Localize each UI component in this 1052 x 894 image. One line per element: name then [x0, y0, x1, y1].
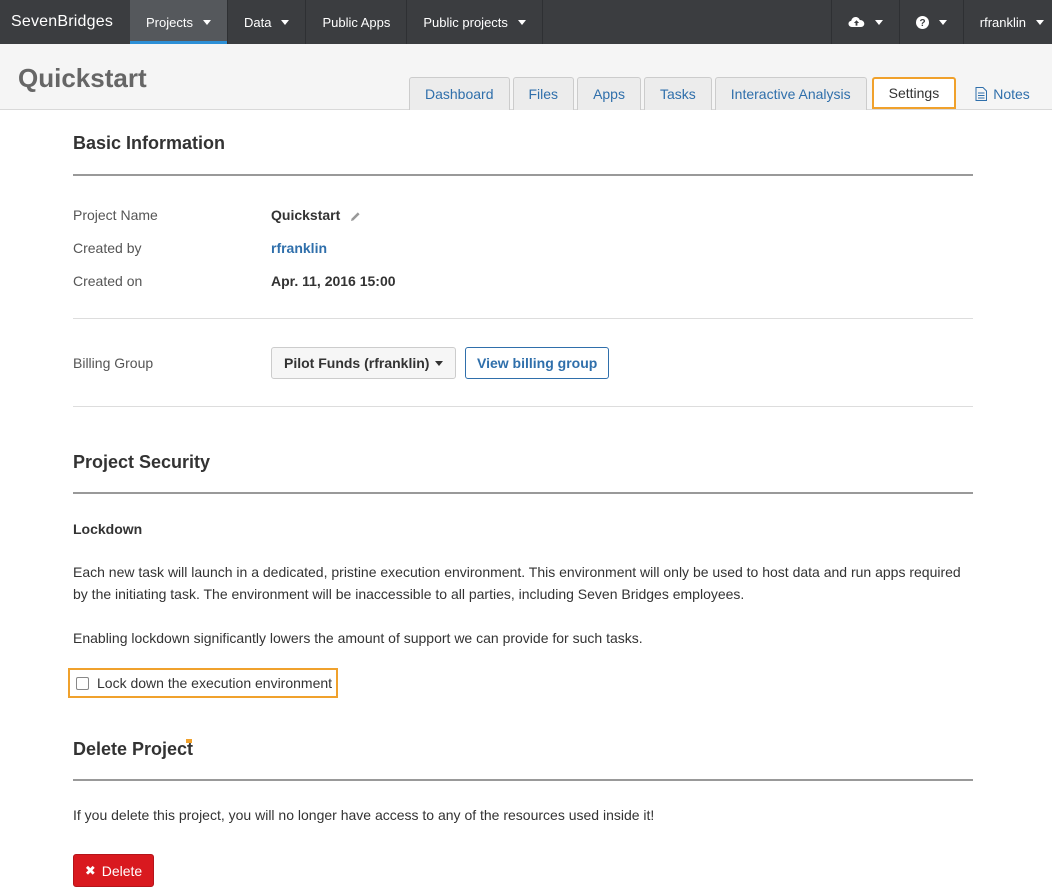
nav-public-apps[interactable]: Public Apps — [306, 0, 408, 44]
brand-logo[interactable]: SevenBridges — [0, 0, 130, 44]
basic-info-title: Basic Information — [73, 133, 226, 153]
created-on-label: Created on — [73, 273, 143, 289]
delete-button[interactable]: ✖ Delete — [73, 854, 154, 887]
top-navbar: SevenBridges Projects Data Public Apps P… — [0, 0, 1052, 44]
chevron-down-icon — [281, 19, 290, 25]
nav-data[interactable]: Data — [228, 0, 307, 44]
question-circle-icon: ? — [915, 15, 929, 29]
cursor-marker — [186, 739, 192, 743]
tab-interactive-analysis[interactable]: Interactive Analysis — [714, 77, 867, 110]
divider — [73, 174, 973, 176]
tab-apps[interactable]: Apps — [577, 77, 641, 110]
tab-files[interactable]: Files — [512, 77, 575, 110]
lockdown-description: Each new task will launch in a dedicated… — [73, 564, 961, 602]
tab-settings[interactable]: Settings — [871, 77, 957, 109]
divider — [73, 406, 973, 407]
tab-notes-label: Notes — [993, 85, 1030, 102]
chevron-down-icon — [1036, 19, 1044, 25]
tab-dashboard[interactable]: Dashboard — [409, 77, 510, 110]
divider — [73, 779, 973, 781]
view-billing-group-button[interactable]: View billing group — [465, 347, 610, 379]
tab-tasks[interactable]: Tasks — [643, 77, 712, 110]
nav-public-projects-label: Public projects — [423, 14, 508, 30]
upload-menu[interactable] — [830, 0, 899, 44]
chevron-down-icon — [517, 19, 526, 25]
cloud-upload-icon — [848, 17, 865, 27]
chevron-down-icon — [435, 360, 444, 366]
project-name-value: Quickstart — [271, 207, 361, 223]
lockdown-support-note: Enabling lockdown significantly lowers t… — [73, 630, 643, 646]
delete-project-title: Delete Project — [73, 739, 194, 759]
lockdown-checkbox-row[interactable]: Lock down the execution environment — [68, 668, 338, 698]
svg-text:?: ? — [919, 18, 925, 29]
nav-public-projects[interactable]: Public projects — [407, 0, 543, 44]
billing-group-label: Billing Group — [73, 355, 154, 371]
nav-data-label: Data — [243, 14, 272, 30]
project-name-text: Quickstart — [271, 207, 341, 223]
pencil-icon[interactable] — [350, 211, 361, 222]
project-security-title: Project Security — [73, 452, 211, 472]
billing-group-value: Pilot Funds (rfranklin) — [284, 355, 430, 371]
created-by-label: Created by — [73, 240, 142, 256]
user-menu[interactable]: rfranklin — [962, 0, 1052, 44]
lockdown-checkbox-label[interactable]: Lock down the execution environment — [97, 675, 332, 691]
page-title: Quickstart — [18, 63, 147, 93]
lockdown-checkbox[interactable] — [76, 676, 89, 690]
divider — [73, 318, 973, 319]
project-tabs: Dashboard Files Apps Tasks Interactive A… — [409, 77, 1030, 110]
billing-group-dropdown[interactable]: Pilot Funds (rfranklin) — [271, 347, 457, 379]
project-name-label: Project Name — [73, 207, 158, 223]
document-icon — [975, 86, 988, 101]
lockdown-title: Lockdown — [73, 521, 143, 537]
nav-projects-label: Projects — [146, 14, 193, 30]
nav-projects[interactable]: Projects — [130, 0, 228, 44]
tab-notes[interactable]: Notes — [959, 77, 1030, 110]
delete-warning: If you delete this project, you will no … — [73, 807, 655, 823]
created-by-link[interactable]: rfranklin — [271, 240, 327, 256]
chevron-down-icon — [938, 19, 947, 25]
chevron-down-icon — [874, 19, 883, 25]
divider — [73, 492, 973, 494]
close-icon: ✖ — [84, 862, 96, 878]
created-on-value: Apr. 11, 2016 15:00 — [271, 273, 396, 289]
project-header: Quickstart Dashboard Files Apps Tasks In… — [0, 44, 1052, 110]
nav-public-apps-label: Public Apps — [322, 14, 391, 30]
user-name: rfranklin — [979, 14, 1026, 30]
delete-button-label: Delete — [101, 862, 143, 879]
help-menu[interactable]: ? — [898, 0, 963, 44]
chevron-down-icon — [202, 19, 211, 25]
